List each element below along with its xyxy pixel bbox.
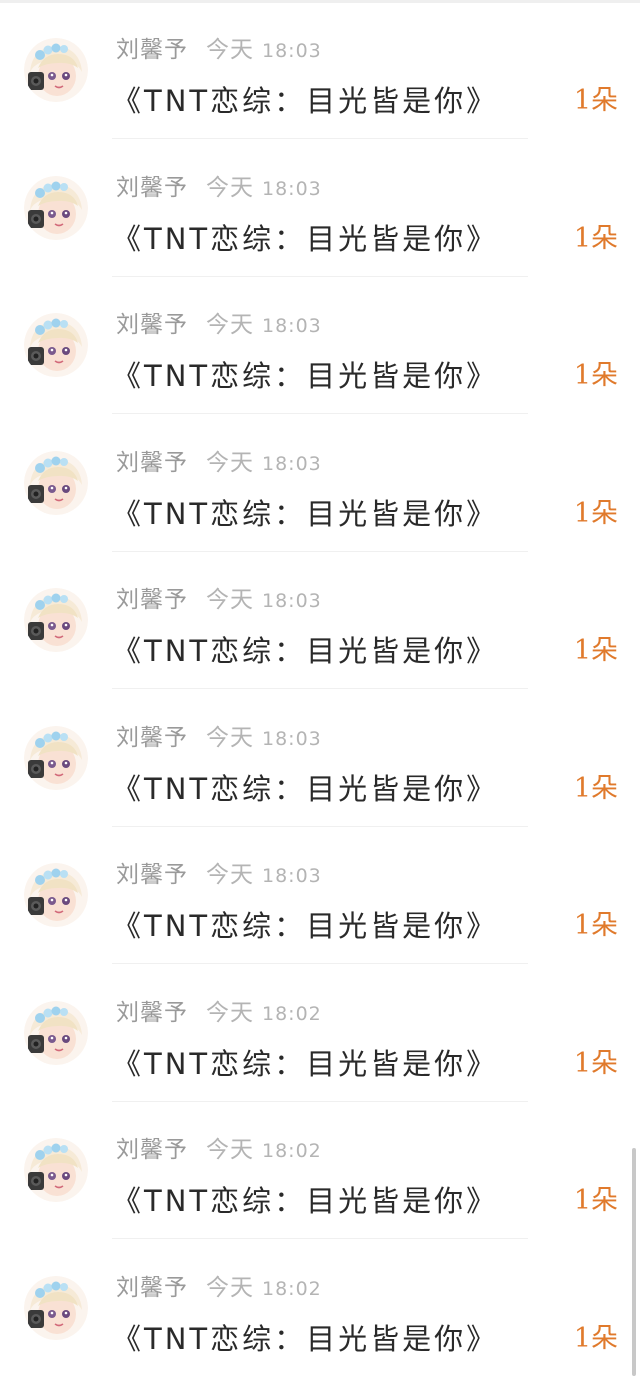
- gift-count: 1朵: [573, 222, 618, 254]
- avatar-icon[interactable]: [24, 38, 88, 102]
- message-meta: 刘馨予 今天 18:03: [116, 305, 322, 339]
- message-meta: 刘馨予 今天 18:03: [116, 580, 322, 614]
- message-meta: 刘馨予 今天 18:03: [116, 443, 322, 477]
- sender-name[interactable]: 刘馨予: [116, 450, 188, 476]
- message-day: 今天: [206, 1274, 254, 1301]
- sender-name[interactable]: 刘馨予: [116, 175, 188, 201]
- message-time: 18:03: [262, 177, 322, 200]
- gift-count: 1朵: [573, 910, 618, 941]
- sender-name[interactable]: 刘馨予: [116, 312, 188, 338]
- gift-name: 《TNT恋综：目光皆是你》: [112, 909, 499, 943]
- sender-name[interactable]: 刘馨予: [116, 1275, 188, 1301]
- avatar-icon[interactable]: [24, 725, 88, 790]
- list-item[interactable]: 刘馨予 今天 18:03 《TNT恋综：目光皆是你》 1朵: [0, 140, 640, 277]
- message-list-page: 刘馨予 今天 18:03 《TNT恋综：目光皆是你》 1朵 刘馨予 今天 18:…: [0, 0, 640, 1380]
- message-meta: 刘馨予 今天 18:02: [116, 993, 322, 1027]
- scrollbar[interactable]: [632, 1148, 636, 1376]
- message-day: 今天: [206, 449, 254, 476]
- message-time: 18:02: [262, 1140, 322, 1162]
- gift-name: 《TNT恋综：目光皆是你》: [112, 496, 499, 531]
- gift-name: 《TNT恋综：目光皆是你》: [112, 1321, 499, 1356]
- message-time: 18:03: [262, 315, 322, 337]
- avatar-icon[interactable]: [24, 175, 88, 240]
- gift-count: 1朵: [573, 1185, 618, 1216]
- sender-name[interactable]: 刘馨予: [116, 1000, 188, 1026]
- avatar-icon[interactable]: [24, 1000, 88, 1065]
- list-item[interactable]: 刘馨予 今天 18:02 《TNT恋综：目光皆是你》 1朵: [0, 1240, 640, 1377]
- gift-count: 1朵: [573, 85, 618, 116]
- gift-count: 1朵: [573, 360, 618, 391]
- gift-count: 1朵: [573, 1322, 618, 1354]
- list-item[interactable]: 刘馨予 今天 18:03 《TNT恋综：目光皆是你》 1朵: [0, 277, 640, 414]
- gift-count: 1朵: [573, 635, 618, 666]
- avatar-icon[interactable]: [24, 450, 88, 515]
- message-day: 今天: [206, 312, 254, 338]
- message-time: 18:03: [262, 40, 322, 62]
- message-time: 18:02: [262, 1002, 322, 1025]
- gift-name: 《TNT恋综：目光皆是你》: [112, 84, 499, 118]
- avatar-icon[interactable]: [24, 588, 88, 652]
- sender-name[interactable]: 刘馨予: [116, 1137, 188, 1163]
- message-time: 18:02: [262, 1277, 322, 1300]
- gift-count: 1朵: [573, 1047, 618, 1079]
- sender-name[interactable]: 刘馨予: [116, 587, 188, 613]
- gift-count: 1朵: [573, 497, 618, 529]
- gift-name: 《TNT恋综：目光皆是你》: [112, 771, 499, 806]
- sender-name[interactable]: 刘馨予: [116, 37, 188, 63]
- message-time: 18:03: [262, 865, 322, 887]
- message-time: 18:03: [262, 452, 322, 475]
- avatar-icon[interactable]: [24, 863, 88, 927]
- gift-name: 《TNT恋综：目光皆是你》: [112, 221, 499, 256]
- message-day: 今天: [206, 37, 254, 63]
- message-day: 今天: [206, 862, 254, 888]
- list-item[interactable]: 刘馨予 今天 18:03 《TNT恋综：目光皆是你》 1朵: [0, 415, 640, 552]
- message-time: 18:03: [262, 590, 322, 612]
- message-day: 今天: [206, 1137, 254, 1163]
- gift-name: 《TNT恋综：目光皆是你》: [112, 359, 499, 393]
- gift-name: 《TNT恋综：目光皆是你》: [112, 1184, 499, 1218]
- message-meta: 刘馨予 今天 18:03: [116, 718, 322, 752]
- message-meta: 刘馨予 今天 18:03: [116, 30, 322, 64]
- message-meta: 刘馨予 今天 18:02: [116, 1130, 322, 1164]
- sender-name[interactable]: 刘馨予: [116, 862, 188, 888]
- sender-name[interactable]: 刘馨予: [116, 725, 188, 751]
- message-day: 今天: [206, 999, 254, 1026]
- avatar-icon[interactable]: [24, 1275, 88, 1340]
- list-item[interactable]: 刘馨予 今天 18:03 《TNT恋综：目光皆是你》 1朵: [0, 690, 640, 827]
- message-day: 今天: [206, 587, 254, 613]
- message-day: 今天: [206, 724, 254, 751]
- gift-name: 《TNT恋综：目光皆是你》: [112, 1046, 499, 1081]
- list-item[interactable]: 刘馨予 今天 18:02 《TNT恋综：目光皆是你》 1朵: [0, 1102, 640, 1239]
- message-meta: 刘馨予 今天 18:03: [116, 855, 322, 889]
- list-item[interactable]: 刘馨予 今天 18:03 《TNT恋综：目光皆是你》 1朵: [0, 552, 640, 689]
- gift-count: 1朵: [573, 772, 618, 804]
- list-item[interactable]: 刘馨予 今天 18:02 《TNT恋综：目光皆是你》 1朵: [0, 965, 640, 1102]
- list-item[interactable]: 刘馨予 今天 18:03 《TNT恋综：目光皆是你》 1朵: [0, 2, 640, 139]
- avatar-icon[interactable]: [24, 313, 88, 377]
- list-item[interactable]: 刘馨予 今天 18:03 《TNT恋综：目光皆是你》 1朵: [0, 827, 640, 964]
- gift-name: 《TNT恋综：目光皆是你》: [112, 634, 499, 668]
- message-meta: 刘馨予 今天 18:03: [116, 168, 322, 202]
- message-time: 18:03: [262, 727, 322, 750]
- message-day: 今天: [206, 174, 254, 201]
- avatar-icon[interactable]: [24, 1138, 88, 1202]
- message-meta: 刘馨予 今天 18:02: [116, 1268, 322, 1302]
